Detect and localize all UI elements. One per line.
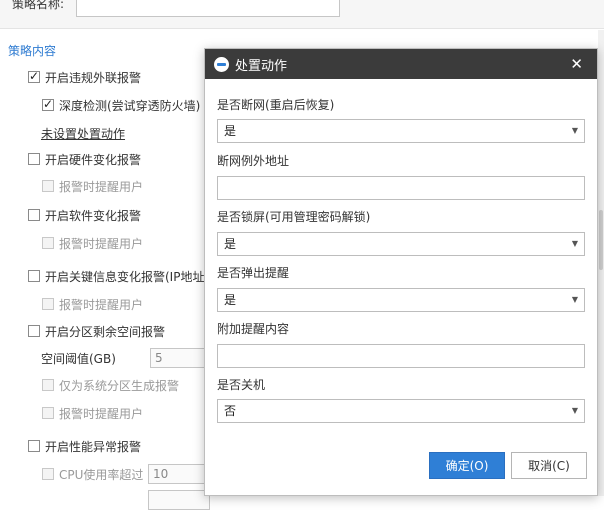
dialog-title: 处置动作 [235, 58, 288, 74]
software-change-row[interactable]: 开启软件变化报警 [28, 206, 141, 224]
cpu-label: CPU使用率超过 [59, 467, 144, 482]
unset-action-link[interactable]: 未设置处置动作 [41, 125, 125, 142]
ki-notify-row[interactable]: 报警时提醒用户 [42, 295, 143, 313]
lock-label: 是否锁屏(可用管理密码解锁) [217, 210, 371, 224]
policy-name-input[interactable] [76, 0, 340, 17]
performance-label: 开启性能异常报警 [45, 439, 142, 454]
hardware-change-label: 开启硬件变化报警 [45, 152, 142, 167]
cancel-button[interactable]: 取消(C) [511, 452, 587, 479]
close-icon[interactable]: ✕ [570, 55, 583, 73]
hardware-change-checkbox[interactable] [28, 153, 40, 165]
disconnect-label: 是否断网(重启后恢复) [217, 98, 335, 112]
space-threshold-row: 空间阈值(GB) [41, 349, 116, 367]
popup-select[interactable]: 是 ▼ [217, 288, 585, 312]
cpu-threshold-input[interactable]: 10 [148, 464, 210, 484]
ps-notify-checkbox[interactable] [42, 407, 54, 419]
sw-notify-checkbox[interactable] [42, 237, 54, 249]
shutdown-select[interactable]: 否 ▼ [217, 399, 585, 423]
app-logo-icon [214, 56, 229, 72]
cpu-checkbox[interactable] [42, 468, 54, 480]
space-threshold-input[interactable]: 5 [150, 348, 210, 368]
software-change-checkbox[interactable] [28, 209, 40, 221]
illegal-outreach-checkbox[interactable] [28, 69, 40, 83]
exception-address-input[interactable] [217, 176, 585, 200]
space-threshold-label: 空间阈值(GB) [41, 351, 116, 366]
ki-notify-label: 报警时提醒用户 [59, 297, 144, 312]
system-only-checkbox[interactable] [42, 379, 54, 391]
lock-select[interactable]: 是 ▼ [217, 232, 585, 256]
system-only-label: 仅为系统分区生成报警 [59, 378, 180, 393]
illegal-outreach-row[interactable]: 开启违规外联报警 [28, 68, 141, 86]
popup-value: 是 [224, 293, 237, 307]
chevron-down-icon: ▼ [571, 406, 578, 415]
extra-content-input[interactable] [217, 344, 585, 368]
dialog-titlebar[interactable]: 处置动作 ✕ [205, 49, 597, 79]
shutdown-label: 是否关机 [217, 378, 266, 392]
unset-action-row[interactable]: 未设置处置动作 [41, 124, 125, 142]
performance-checkbox[interactable] [28, 440, 40, 452]
action-dialog: 处置动作 ✕ 是否断网(重启后恢复) 是 ▼ 断网例外地址 是否锁屏(可用管理密… [204, 48, 598, 496]
hw-notify-checkbox[interactable] [42, 180, 54, 192]
deep-detect-checkbox[interactable] [42, 97, 54, 111]
section-title: 策略内容 [8, 44, 57, 58]
deep-detect-label: 深度检测(尝试穿透防火墙) [59, 98, 201, 113]
ps-notify-label: 报警时提醒用户 [59, 406, 144, 421]
hw-notify-row[interactable]: 报警时提醒用户 [42, 177, 143, 195]
ki-notify-checkbox[interactable] [42, 298, 54, 310]
popup-label: 是否弹出提醒 [217, 266, 290, 280]
software-change-label: 开启软件变化报警 [45, 208, 142, 223]
chevron-down-icon: ▼ [571, 295, 578, 304]
partition-space-checkbox[interactable] [28, 325, 40, 337]
scrollbar[interactable] [598, 30, 604, 496]
shutdown-value: 否 [224, 404, 237, 418]
partition-space-label: 开启分区剩余空间报警 [45, 324, 166, 339]
policy-name-label: 策略名称: [12, 0, 65, 11]
partition-space-row[interactable]: 开启分区剩余空间报警 [28, 322, 165, 340]
next-threshold-input[interactable] [148, 490, 210, 510]
key-info-checkbox[interactable] [28, 270, 40, 282]
hardware-change-row[interactable]: 开启硬件变化报警 [28, 150, 141, 168]
key-info-label: 开启关键信息变化报警(IP地址 [45, 269, 205, 284]
key-info-row[interactable]: 开启关键信息变化报警(IP地址 [28, 267, 204, 285]
sw-notify-label: 报警时提醒用户 [59, 236, 144, 251]
header-strip: 策略名称: [0, 0, 604, 29]
system-only-row[interactable]: 仅为系统分区生成报警 [42, 376, 179, 394]
illegal-outreach-label: 开启违规外联报警 [45, 70, 142, 85]
ok-button[interactable]: 确定(O) [429, 452, 505, 479]
extra-content-label: 附加提醒内容 [217, 322, 290, 336]
deep-detect-row[interactable]: 深度检测(尝试穿透防火墙) [42, 96, 200, 114]
disconnect-value: 是 [224, 124, 237, 138]
cpu-row[interactable]: CPU使用率超过 [42, 465, 143, 483]
exception-label: 断网例外地址 [217, 154, 290, 168]
sw-notify-row[interactable]: 报警时提醒用户 [42, 234, 143, 252]
scrollbar-thumb[interactable] [599, 210, 603, 270]
chevron-down-icon: ▼ [571, 126, 578, 135]
chevron-down-icon: ▼ [571, 239, 578, 248]
lock-value: 是 [224, 237, 237, 251]
disconnect-select[interactable]: 是 ▼ [217, 119, 585, 143]
ps-notify-row[interactable]: 报警时提醒用户 [42, 404, 143, 422]
performance-row[interactable]: 开启性能异常报警 [28, 437, 141, 455]
hw-notify-label: 报警时提醒用户 [59, 179, 144, 194]
